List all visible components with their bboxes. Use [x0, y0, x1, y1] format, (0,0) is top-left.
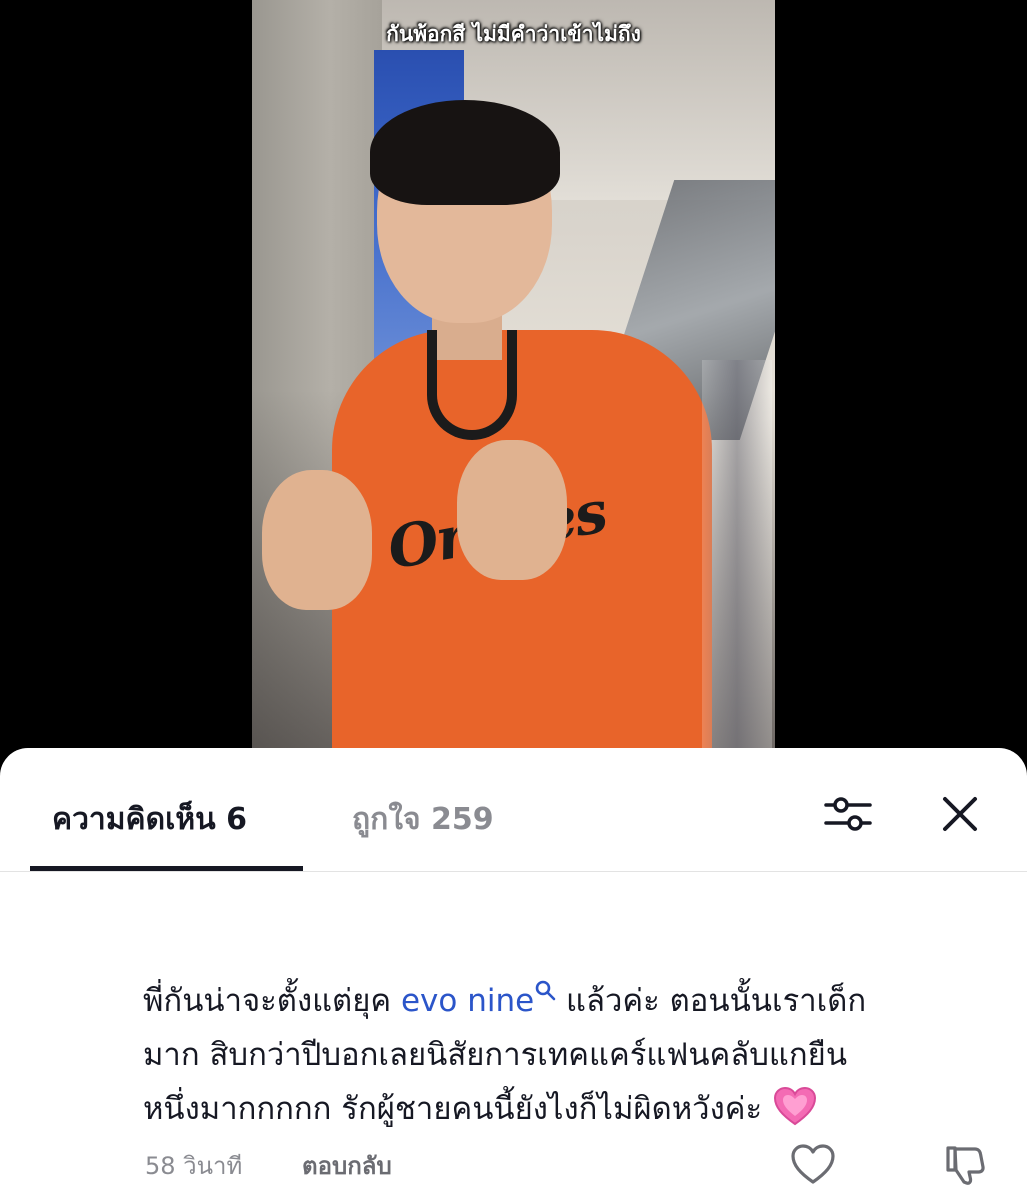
video-player[interactable]: Orioles กันพ้อกสี ไม่มีคำว่าเข้าไม่ถึง [0, 0, 1027, 760]
video-frame[interactable]: Orioles กันพ้อกสี ไม่มีคำว่าเข้าไม่ถึง [252, 0, 775, 760]
comment-line-2: มาก สิบกว่าปีบอกเลยนิสัยการเทคแคร์แฟนคลั… [143, 1037, 848, 1073]
comment-text-segment: แล้วค่ะ ตอนนั้นเราเด็ก [556, 983, 867, 1019]
thumbs-down-icon[interactable] [942, 1142, 988, 1188]
mention-link[interactable]: evo nine [400, 980, 556, 1019]
comment-body: พี่กันน่าจะตั้งแต่ยุค evo nine แล้วค่ะ ต… [143, 964, 993, 1136]
reply-button[interactable]: ตอบกลับ [302, 1146, 392, 1185]
tab-likes[interactable]: ถูกใจ 259 [352, 796, 494, 843]
waving-hand-right [457, 440, 567, 580]
mention-label: evo nine [400, 983, 535, 1019]
comments-tabbar: ความคิดเห็น 6 ถูกใจ 259 [0, 748, 1027, 872]
person-hair [370, 100, 560, 205]
comment-text-segment: พี่กันน่าจะตั้งแต่ยุค [143, 983, 401, 1019]
comments-sheet: ความคิดเห็น 6 ถูกใจ 259 พี่กันน่าจะตั้งแ… [0, 748, 1027, 1200]
heart-outline-icon[interactable] [790, 1142, 836, 1186]
waving-hand-left [262, 470, 372, 610]
filter-sliders-icon[interactable] [822, 788, 874, 840]
comment-line-3: หนึ่งมากกกกก รักผู้ชายคนนี้ยังไงก็ไม่ผิด… [143, 1082, 993, 1136]
pink-heart-emoji-icon [772, 1085, 818, 1127]
tab-comments[interactable]: ความคิดเห็น 6 [52, 796, 247, 843]
glass-stand [702, 360, 772, 760]
video-caption: กันพ้อกสี ไม่มีคำว่าเข้าไม่ถึง [386, 22, 641, 46]
active-tab-indicator [30, 866, 303, 871]
comment-timestamp: 58 วินาที [145, 1152, 243, 1180]
comment-line-1: พี่กันน่าจะตั้งแต่ยุค evo nine แล้วค่ะ ต… [143, 964, 993, 1028]
search-icon [534, 964, 556, 1001]
close-icon[interactable] [934, 788, 986, 840]
comment-text-segment: หนึ่งมากกกกก รักผู้ชายคนนี้ยังไงก็ไม่ผิด… [143, 1091, 772, 1127]
jersey-collar [427, 330, 517, 440]
